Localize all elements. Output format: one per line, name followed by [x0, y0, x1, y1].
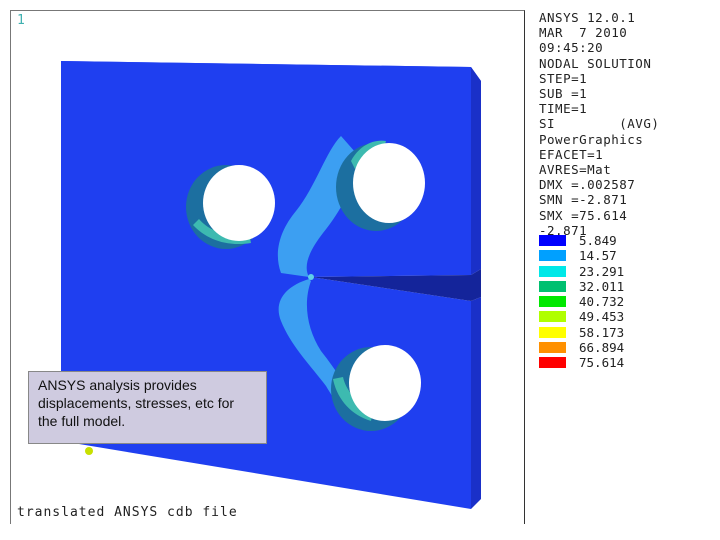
info-line: TIME=1 — [539, 101, 588, 117]
callout-note: ANSYS analysis provides displacements, s… — [28, 371, 267, 444]
legend-swatch — [539, 265, 566, 277]
info-line: SMN =-2.871 — [539, 192, 628, 208]
legend-label: 23.291 — [579, 263, 625, 279]
info-line: ANSYS 12.0.1 — [539, 10, 636, 25]
info-line: SI (AVG) — [539, 116, 660, 132]
info-line: PowerGraphics — [539, 131, 644, 147]
info-line: 09:45:20 — [539, 40, 604, 56]
legend-swatch — [539, 296, 566, 308]
legend-swatch — [539, 311, 566, 323]
hole-lower-opening — [349, 345, 421, 421]
info-line: STEP=1 — [539, 70, 588, 86]
legend-label: 32.011 — [579, 278, 625, 294]
legend-label: 49.453 — [579, 309, 625, 325]
legend-label: 14.57 — [579, 248, 617, 264]
legend-swatch — [539, 235, 566, 246]
info-line: -2.871 — [539, 222, 588, 238]
hole-left-opening — [203, 165, 275, 241]
model-right-face — [471, 67, 481, 275]
legend-swatch — [539, 342, 566, 354]
hole-upper-opening — [353, 143, 425, 223]
info-panel: ANSYS 12.0.1 MAR 7 2010 09:45:20 NODAL SOLU… — [539, 10, 720, 238]
model-right-face-lower — [471, 297, 481, 509]
notch-tip-marker — [308, 274, 314, 280]
coordinate-triad-icon — [85, 447, 93, 455]
legend-swatch — [539, 357, 566, 369]
legend-label: 75.614 — [579, 355, 625, 371]
fea-model — [61, 61, 481, 509]
info-line: SMX =75.614 — [539, 207, 628, 223]
legend-label: 58.173 — [579, 324, 625, 340]
info-line: AVRES=Mat — [539, 162, 612, 178]
info-line: SUB =1 — [539, 86, 588, 102]
legend-label: 5.849 — [579, 233, 617, 248]
info-line: DMX =.002587 — [539, 177, 636, 193]
legend-swatch — [539, 280, 566, 292]
legend-swatch — [539, 250, 566, 262]
footer-title: translated ANSYS cdb file — [17, 505, 238, 520]
legend-swatch — [539, 326, 566, 338]
info-line: MAR 7 2010 — [539, 25, 628, 41]
legend-label: 66.894 — [579, 340, 625, 356]
legend-label: 40.732 — [579, 294, 625, 310]
info-line: EFACET=1 — [539, 146, 604, 162]
info-line: NODAL SOLUTION — [539, 55, 652, 71]
graphics-viewport[interactable]: 1 translated ANSYS cdb file — [10, 10, 525, 524]
